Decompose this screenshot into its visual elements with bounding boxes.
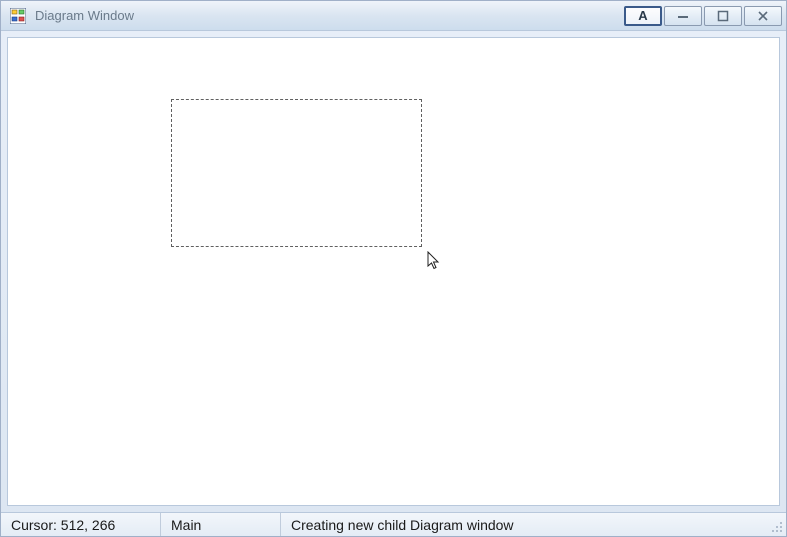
window-controls: A (624, 6, 782, 26)
a-button-label: A (638, 8, 647, 23)
diagram-canvas[interactable] (7, 37, 780, 506)
minimize-button[interactable] (664, 6, 702, 26)
maximize-icon (717, 10, 729, 22)
titlebar[interactable]: Diagram Window A (1, 1, 786, 31)
status-mode: Main (161, 513, 281, 536)
maximize-button[interactable] (704, 6, 742, 26)
selection-rectangle (171, 99, 422, 247)
close-button[interactable] (744, 6, 782, 26)
window-title: Diagram Window (33, 8, 624, 23)
status-message: Creating new child Diagram window (281, 513, 768, 536)
a-button[interactable]: A (624, 6, 662, 26)
app-window: Diagram Window A (0, 0, 787, 537)
resize-grip[interactable] (768, 513, 786, 536)
cursor-pointer-icon (427, 251, 443, 274)
app-icon (9, 7, 27, 25)
status-cursor: Cursor: 512, 266 (1, 513, 161, 536)
statusbar: Cursor: 512, 266 Main Creating new child… (1, 512, 786, 536)
resize-grip-icon (771, 521, 783, 533)
close-icon (757, 10, 769, 22)
minimize-icon (677, 10, 689, 22)
